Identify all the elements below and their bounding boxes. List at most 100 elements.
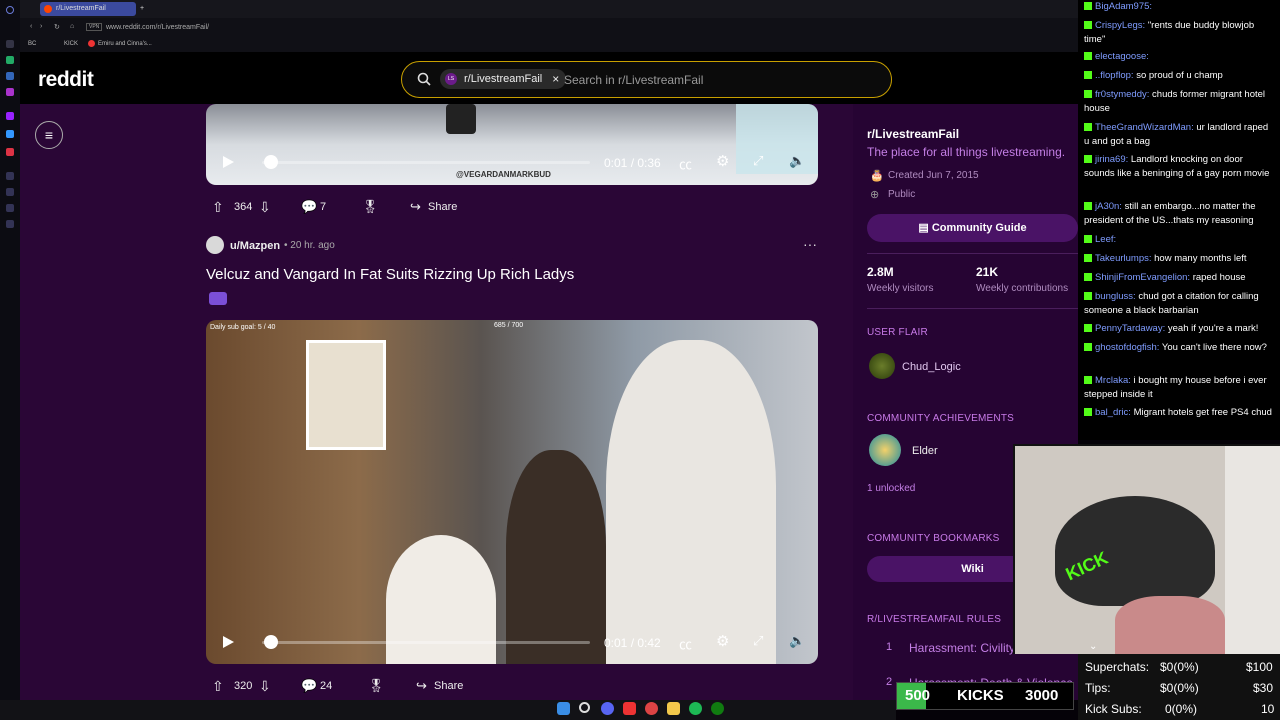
- rail-icon[interactable]: [6, 148, 14, 156]
- created-date: Created Jun 7, 2015: [888, 170, 979, 181]
- url-field[interactable]: www.reddit.com/r/LivestreamFail/: [106, 24, 209, 31]
- upvote-icon[interactable]: ⇧: [212, 199, 224, 216]
- comment-icon[interactable]: 💬: [301, 199, 317, 215]
- unlocked-link[interactable]: 1 unlocked: [867, 483, 915, 494]
- kick-badge-icon: [1084, 235, 1092, 243]
- seek-handle[interactable]: [264, 155, 278, 169]
- discord-icon[interactable]: [601, 702, 614, 715]
- rail-icon[interactable]: [6, 40, 14, 48]
- bookmark-item[interactable]: BC: [28, 41, 36, 47]
- settings-icon[interactable]: ⚙: [716, 152, 729, 170]
- close-icon[interactable]: ×: [552, 69, 559, 89]
- rail-icon[interactable]: [6, 220, 14, 228]
- captions-icon[interactable]: ㏄: [679, 634, 692, 653]
- search-community-chip[interactable]: LS r/LivestreamFail ×: [440, 69, 567, 89]
- kick-badge-icon: [1084, 21, 1092, 29]
- chat-username[interactable]: jirina69:: [1095, 154, 1128, 165]
- comment-icon[interactable]: 💬: [301, 678, 317, 694]
- downvote-icon[interactable]: ⇩: [259, 678, 271, 695]
- community-description: The place for all things livestreaming.: [867, 145, 1066, 159]
- chat-message: jA30n: still an embargo...no matter the …: [1084, 200, 1276, 228]
- kick-badge-icon: [1084, 71, 1092, 79]
- post-video-player[interactable]: @VEGARDANMARKBUD: [206, 104, 818, 185]
- chat-username[interactable]: CrispyLegs:: [1095, 20, 1145, 31]
- reddit-logo[interactable]: reddit: [38, 68, 94, 92]
- chat-message: Takeurlumps: how many months left: [1084, 252, 1276, 266]
- book-icon: ▤: [918, 222, 932, 234]
- settings-icon[interactable]: ⚙: [716, 632, 729, 650]
- fullscreen-icon[interactable]: ⤢: [753, 633, 763, 649]
- chat-username[interactable]: fr0stymeddy:: [1095, 89, 1149, 100]
- community-guide-button[interactable]: ▤ Community Guide: [867, 214, 1078, 242]
- fullscreen-icon[interactable]: ⤢: [753, 153, 763, 169]
- share-icon[interactable]: ↪: [416, 678, 427, 694]
- vpn-badge[interactable]: VPN: [86, 23, 103, 31]
- rail-icon[interactable]: [6, 88, 14, 96]
- chat-username[interactable]: Takeurlumps:: [1095, 253, 1152, 264]
- spotify-icon[interactable]: [689, 702, 702, 715]
- chat-username[interactable]: Leef:: [1095, 234, 1116, 245]
- flair-name[interactable]: Chud_Logic: [902, 361, 961, 373]
- file-explorer-icon[interactable]: [667, 702, 680, 715]
- chat-username[interactable]: jA30n:: [1095, 201, 1122, 212]
- taskbar: [0, 700, 896, 720]
- avatar[interactable]: [206, 236, 224, 254]
- home-icon[interactable]: ⌂: [70, 23, 74, 30]
- play-icon[interactable]: [221, 155, 235, 169]
- award-icon[interactable]: 🎖: [368, 678, 385, 694]
- rail-icon[interactable]: [6, 56, 14, 64]
- bookmark-item[interactable]: KICK: [64, 41, 78, 47]
- chat-username[interactable]: ghostofdogfish:: [1095, 342, 1159, 353]
- rail-icon[interactable]: [6, 112, 14, 120]
- chat-username[interactable]: ..flopflop:: [1095, 70, 1134, 81]
- volume-icon[interactable]: 🔈: [789, 153, 805, 169]
- chat-username[interactable]: ShinjiFromEvangelion:: [1095, 272, 1190, 283]
- rail-icon[interactable]: [6, 172, 14, 180]
- post-author[interactable]: u/Mazpen: [230, 240, 280, 252]
- chat-username[interactable]: TheeGrandWizardMan:: [1095, 122, 1194, 133]
- menu-icon[interactable]: ≡: [35, 121, 63, 149]
- rail-icon[interactable]: [6, 204, 14, 212]
- share-button[interactable]: Share: [428, 201, 457, 213]
- app-icon[interactable]: [623, 702, 636, 715]
- share-icon[interactable]: ↪: [410, 199, 421, 215]
- rail-icon[interactable]: [6, 130, 14, 138]
- more-options-icon[interactable]: ···: [803, 236, 817, 252]
- rail-icon[interactable]: [6, 72, 14, 80]
- award-icon[interactable]: 🎖: [362, 199, 379, 215]
- play-icon[interactable]: [221, 635, 235, 649]
- video-seek-bar[interactable]: [262, 641, 590, 644]
- back-icon[interactable]: ‹: [30, 23, 32, 30]
- chat-username[interactable]: bal_dric:: [1095, 407, 1131, 418]
- windows-start-icon[interactable]: [557, 702, 570, 715]
- tab-label: r/LivestreamFail: [56, 5, 106, 12]
- chat-username[interactable]: Mrclaka:: [1095, 375, 1131, 386]
- search-input[interactable]: Search in r/LivestreamFail: [564, 73, 703, 87]
- chat-username[interactable]: PennyTardaway:: [1095, 323, 1165, 334]
- chevron-down-icon[interactable]: ⌄: [1089, 641, 1097, 652]
- tab-livestreamfail[interactable]: r/LivestreamFail: [40, 2, 136, 16]
- browser-logo-icon[interactable]: [6, 6, 14, 14]
- app-icon[interactable]: [645, 702, 658, 715]
- new-tab-button[interactable]: +: [138, 2, 150, 16]
- xbox-icon[interactable]: [711, 702, 724, 715]
- post-title[interactable]: Velcuz and Vangard In Fat Suits Rizzing …: [206, 266, 574, 283]
- community-name[interactable]: r/LivestreamFail: [867, 127, 959, 141]
- upvote-icon[interactable]: ⇧: [212, 678, 224, 695]
- chat-username[interactable]: electagoose:: [1095, 51, 1149, 62]
- rail-icon[interactable]: [6, 188, 14, 196]
- reload-icon[interactable]: ↻: [54, 23, 60, 31]
- post-video-player[interactable]: Daily sub goal: 5 / 40 685 / 700: [206, 320, 818, 664]
- forward-icon[interactable]: ›: [40, 23, 42, 30]
- rule-item[interactable]: Harassment: Civility: [909, 641, 1015, 655]
- downvote-icon[interactable]: ⇩: [259, 199, 271, 216]
- volume-icon[interactable]: 🔈: [789, 633, 805, 649]
- chat-username[interactable]: BigAdam975:: [1095, 1, 1152, 12]
- search-taskbar-icon[interactable]: [579, 702, 590, 713]
- chat-username[interactable]: bungluss:: [1095, 291, 1136, 302]
- share-button[interactable]: Share: [434, 680, 463, 692]
- captions-icon[interactable]: ㏄: [679, 154, 692, 173]
- video-seek-bar[interactable]: [262, 161, 590, 164]
- seek-handle[interactable]: [264, 635, 278, 649]
- bookmark-item[interactable]: Emiru and Cinna's...: [98, 41, 152, 47]
